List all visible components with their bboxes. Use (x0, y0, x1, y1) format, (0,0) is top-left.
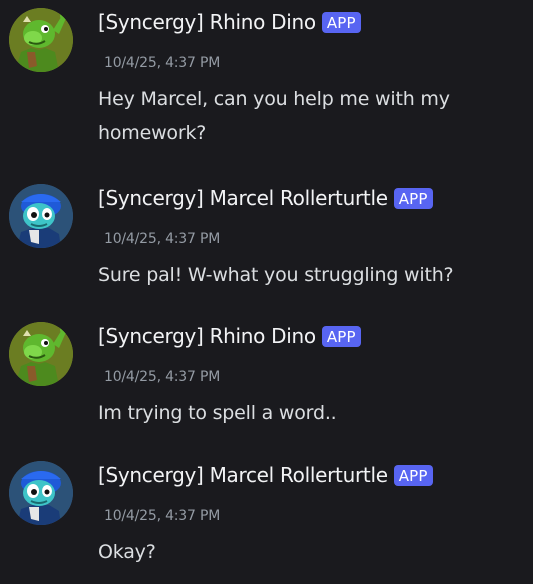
message-text: Hey Marcel, can you help me with my home… (98, 88, 450, 144)
message-text: Okay? (98, 541, 156, 563)
username[interactable]: [Syncergy] Marcel Rollerturtle (98, 463, 388, 487)
app-badge: APP (321, 325, 361, 347)
message-header: [Syncergy] Marcel Rollerturtle APP (98, 463, 433, 487)
message-header: [Syncergy] Rhino Dino APP (98, 324, 361, 348)
message-text: Sure pal! W-what you struggling with? (98, 264, 454, 286)
username[interactable]: [Syncergy] Marcel Rollerturtle (98, 186, 388, 210)
app-badge: APP (393, 464, 433, 486)
blue-turtle-avatar-icon[interactable] (9, 184, 73, 248)
timestamp: 10/4/25, 4:37 PM (104, 369, 221, 385)
timestamp: 10/4/25, 4:37 PM (104, 231, 221, 247)
app-badge: APP (321, 11, 361, 33)
timestamp: 10/4/25, 4:37 PM (104, 508, 221, 524)
message-text: Im trying to spell a word.. (98, 402, 337, 424)
message-header: [Syncergy] Rhino Dino APP (98, 10, 361, 34)
username[interactable]: [Syncergy] Rhino Dino (98, 10, 316, 34)
green-dinosaur-avatar-icon[interactable] (9, 8, 73, 72)
app-badge: APP (393, 187, 433, 209)
chat-message-list: [Syncergy] Rhino Dino APP 10/4/25, 4:37 … (0, 0, 533, 584)
blue-turtle-avatar-icon[interactable] (9, 461, 73, 525)
timestamp: 10/4/25, 4:37 PM (104, 55, 221, 71)
message-header: [Syncergy] Marcel Rollerturtle APP (98, 186, 433, 210)
green-dinosaur-avatar-icon[interactable] (9, 322, 73, 386)
username[interactable]: [Syncergy] Rhino Dino (98, 324, 316, 348)
